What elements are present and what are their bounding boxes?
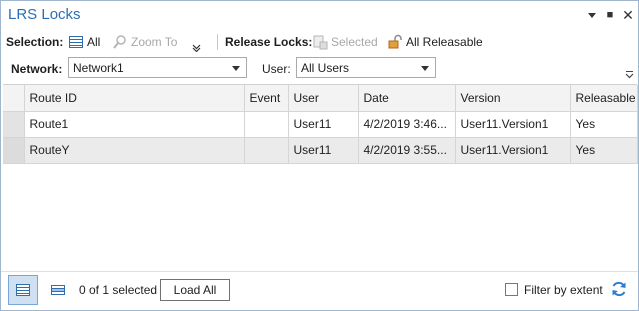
network-label: Network:	[11, 62, 63, 76]
release-selected-label: Selected	[331, 35, 378, 49]
route-id-cell: RouteY	[24, 137, 245, 164]
user-cell: User11	[288, 111, 359, 138]
user-select-value: All Users	[301, 61, 350, 75]
releasable-cell: Yes	[570, 137, 638, 164]
release-selected-icon	[313, 35, 328, 50]
selection-label: Selection:	[6, 35, 64, 49]
version-cell: User11.Version1	[455, 111, 571, 138]
close-button[interactable]: ✕	[621, 8, 635, 22]
column-header[interactable]: User	[288, 85, 359, 112]
title-bar: LRS Locks ■ ✕	[1, 1, 638, 31]
column-header[interactable]: Releasable	[570, 85, 638, 112]
table-row[interactable]: Route1 User11 4/2/2019 3:46... User11.Ve…	[3, 111, 638, 138]
column-header[interactable]: Event	[244, 85, 289, 112]
network-select[interactable]: Network1	[68, 57, 247, 78]
chevron-down-icon	[588, 13, 596, 18]
user-label: User:	[262, 62, 291, 76]
list-view-button[interactable]	[43, 275, 73, 305]
pane-title: LRS Locks	[8, 6, 81, 23]
date-cell: 4/2/2019 3:55...	[358, 137, 456, 164]
table-view-icon	[16, 284, 30, 296]
network-select-value: Network1	[73, 61, 124, 75]
refresh-icon[interactable]	[610, 280, 628, 298]
restore-button[interactable]: ■	[603, 8, 617, 22]
releasable-cell: Yes	[570, 111, 638, 138]
release-selected-button[interactable]: Selected	[312, 32, 378, 52]
table-view-button[interactable]	[8, 275, 38, 305]
lock-icon	[388, 34, 402, 49]
row-selector[interactable]	[3, 111, 25, 138]
table-header-row: Route ID Event User Date Version Releasa…	[3, 85, 638, 112]
load-all-button[interactable]: Load All	[160, 279, 230, 301]
release-all-label: All Releasable	[406, 35, 483, 49]
select-all-label: All	[87, 35, 101, 49]
user-select[interactable]: All Users	[296, 57, 436, 78]
toolbar: Selection: All Zoom To Release Locks: Se…	[1, 31, 638, 53]
column-header[interactable]: Date	[358, 85, 456, 112]
chevron-down-icon	[421, 66, 429, 71]
route-id-cell: Route1	[24, 111, 245, 138]
table-select-icon	[69, 36, 83, 48]
version-cell: User11.Version1	[455, 137, 571, 164]
row-selector[interactable]	[3, 137, 25, 164]
release-all-button[interactable]: All Releasable	[387, 32, 483, 52]
chevron-down-icon	[232, 66, 240, 71]
filter-by-extent-checkbox[interactable]	[505, 283, 518, 296]
locks-table: Route ID Event User Date Version Releasa…	[3, 84, 638, 264]
zoom-to-button[interactable]: Zoom To	[112, 32, 177, 52]
zoom-to-icon	[113, 35, 126, 49]
column-header[interactable]: Version	[455, 85, 571, 112]
select-all-header[interactable]	[3, 85, 25, 112]
release-locks-label: Release Locks:	[225, 35, 313, 49]
status-footer: 0 of 1 selected Load All Filter by exten…	[1, 271, 638, 309]
event-cell	[244, 111, 289, 138]
lrs-locks-pane: LRS Locks ■ ✕ Selection: All Zoom To Rel…	[0, 0, 639, 311]
chevron-down-icon	[192, 44, 201, 52]
overflow-chevron-icon[interactable]	[625, 70, 634, 79]
filter-by-extent-label[interactable]: Filter by extent	[524, 283, 603, 297]
pane-options-button[interactable]	[585, 8, 599, 22]
column-header[interactable]: Route ID	[24, 85, 245, 112]
zoom-to-dropdown[interactable]	[192, 37, 201, 57]
selection-count: 0 of 1 selected	[79, 283, 158, 297]
filter-bar: Network: Network1 User: All Users	[1, 56, 638, 82]
list-view-icon	[51, 285, 65, 295]
user-cell: User11	[288, 137, 359, 164]
event-cell	[244, 137, 289, 164]
select-all-button[interactable]: All	[68, 32, 100, 52]
table-row[interactable]: RouteY User11 4/2/2019 3:55... User11.Ve…	[3, 137, 638, 164]
toolbar-divider	[217, 34, 218, 50]
zoom-to-label: Zoom To	[131, 35, 178, 49]
date-cell: 4/2/2019 3:46...	[358, 111, 456, 138]
